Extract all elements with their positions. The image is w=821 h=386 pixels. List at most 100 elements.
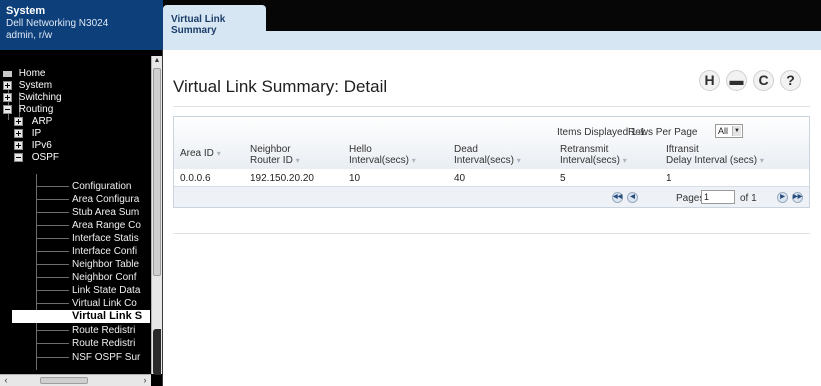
help-icon[interactable]: ? [780, 70, 801, 91]
tree-guide-line [37, 264, 69, 265]
column-header-area-id[interactable]: Area ID ▾ [180, 148, 221, 159]
column-header-label: Interval(secs) [349, 155, 410, 166]
expand-icon[interactable] [14, 129, 23, 138]
top-bar: Virtual Link Summary [163, 0, 821, 50]
tree-guide-line [37, 330, 69, 331]
chevron-down-icon[interactable]: ▼ [732, 126, 741, 136]
last-page-icon[interactable]: ▶▶ [792, 192, 803, 203]
column-header-iftransit-delay[interactable]: Iftransit Delay Interval (secs) ▾ [666, 144, 764, 166]
column-header-label: Retransmit [560, 144, 609, 155]
system-header: System Dell Networking N3024 admin, r/w [0, 0, 163, 50]
column-header-label: Dead [454, 144, 478, 155]
table-cell: 5 [560, 173, 566, 184]
column-header-hello-interval[interactable]: Hello Interval(secs) ▾ [349, 144, 416, 166]
collapse-icon[interactable] [3, 105, 12, 114]
divider [173, 106, 810, 107]
nav-ip-label: IP [31, 128, 42, 139]
nav-ospf-item[interactable]: Stub Area Sum [72, 207, 150, 218]
refresh-icon[interactable]: C [753, 70, 774, 91]
nav-ospf-item[interactable]: Area Range Co [72, 220, 150, 231]
sidebar-horizontal-scrollbar[interactable]: ‹ › [0, 374, 151, 386]
nav-ospf-item[interactable]: Interface Statis [72, 233, 150, 244]
rows-per-page-select[interactable]: All ▼ [715, 124, 743, 138]
tab-virtual-link-summary[interactable]: Virtual Link Summary [163, 5, 266, 36]
divider [173, 233, 810, 234]
expand-icon[interactable] [3, 81, 12, 90]
scroll-up-arrow-icon[interactable]: ▲ [152, 56, 162, 66]
pagination-bar: ◀◀ ◀ Pages 1 of 1 ▶ ▶▶ [174, 187, 809, 207]
tree-guide-line [37, 343, 69, 344]
sort-icon: ▾ [295, 156, 300, 165]
nav-routing[interactable]: Routing [3, 104, 53, 115]
nav-routing-label: Routing [18, 104, 54, 115]
rows-per-page-value: All [718, 126, 729, 136]
sidebar-collapse-handle[interactable] [153, 329, 161, 375]
sidebar-vertical-scrollbar[interactable]: ▲ ▼ [151, 56, 162, 374]
nav-ospf-item[interactable]: Configuration [72, 181, 150, 192]
nav-ipv6[interactable]: IPv6 [14, 140, 52, 151]
nav-ospf-item[interactable]: Interface Confi [72, 246, 150, 257]
rows-per-page-label: Rows Per Page [628, 127, 698, 138]
sidebar: System Dell Networking N3024 admin, r/w … [0, 0, 163, 386]
sort-icon: ▾ [516, 156, 521, 165]
sort-icon: ▾ [216, 149, 221, 158]
tree-guide-line [37, 277, 69, 278]
column-header-neighbor-router-id[interactable]: Neighbor Router ID ▾ [250, 144, 300, 166]
column-header-label: Area ID [180, 148, 214, 159]
nav-ospf-item[interactable]: Neighbor Conf [72, 272, 150, 283]
print-icon[interactable]: ▬ [726, 70, 747, 91]
first-page-icon[interactable]: ◀◀ [612, 192, 623, 203]
previous-page-icon[interactable]: ◀ [627, 192, 638, 203]
nav-ospf-item[interactable]: Neighbor Table [72, 259, 150, 270]
nav-ospf-item[interactable]: Route Redistri [72, 325, 150, 336]
nav-system[interactable]: System [3, 80, 52, 91]
column-header-label: Iftransit [666, 144, 699, 155]
home-icon [3, 71, 12, 77]
collapse-icon[interactable] [14, 153, 23, 162]
scrollbar-thumb[interactable] [153, 68, 161, 276]
nav-system-label: System [18, 80, 53, 91]
column-header-label: Neighbor [250, 144, 291, 155]
column-header-dead-interval[interactable]: Dead Interval(secs) ▾ [454, 144, 521, 166]
scroll-right-arrow-icon[interactable]: › [140, 375, 150, 386]
scrollbar-thumb[interactable] [40, 377, 88, 384]
nav-ospf-item[interactable]: NSF OSPF Sur [72, 352, 150, 363]
nav-switching[interactable]: Switching [3, 92, 62, 103]
system-title[interactable]: System [6, 5, 157, 18]
device-model: Dell Networking N3024 [6, 18, 109, 29]
sort-icon: ▾ [411, 156, 416, 165]
page-title: Virtual Link Summary: Detail [173, 77, 388, 96]
nav-home[interactable]: Home [3, 68, 45, 79]
nav-ospf[interactable]: OSPF [14, 152, 59, 163]
tree-guide-line [36, 174, 37, 370]
tree-guide-line [37, 290, 69, 291]
nav-ip[interactable]: IP [14, 128, 41, 139]
nav-ipv6-label: IPv6 [31, 140, 52, 151]
save-icon[interactable]: H [699, 70, 720, 91]
scroll-left-arrow-icon[interactable]: ‹ [1, 375, 11, 386]
sort-icon: ▾ [622, 156, 627, 165]
nav-ospf-item-selected[interactable]: Virtual Link S [12, 310, 150, 323]
table-header: Items Displayed 1-1 Rows Per Page All ▼ … [174, 117, 809, 169]
main-content: Virtual Link Summary: Detail H ▬ C ? Ite… [163, 50, 821, 386]
table-cell: 10 [349, 173, 361, 184]
next-page-icon[interactable]: ▶ [777, 192, 788, 203]
expand-icon[interactable] [3, 93, 12, 102]
nav-home-label: Home [18, 68, 46, 79]
nav-arp[interactable]: ARP [14, 116, 52, 127]
table-cell: 1 [666, 173, 672, 184]
nav-ospf-item[interactable]: Virtual Link Co [72, 298, 150, 309]
expand-icon[interactable] [14, 141, 23, 150]
table-cell: 40 [454, 173, 466, 184]
column-header-label: Interval(secs) [454, 155, 515, 166]
summary-table: Items Displayed 1-1 Rows Per Page All ▼ … [173, 116, 810, 208]
table-cell: 192.150.20.20 [250, 173, 314, 184]
nav-ospf-item[interactable]: Area Configura [72, 194, 150, 205]
column-header-retransmit-interval[interactable]: Retransmit Interval(secs) ▾ [560, 144, 627, 166]
user-info: admin, r/w [6, 30, 53, 41]
nav-ospf-item[interactable]: Link State Data [72, 285, 150, 296]
page-number-input[interactable]: 1 [701, 190, 735, 204]
tree-guide-line [37, 251, 69, 252]
expand-icon[interactable] [14, 117, 23, 126]
nav-ospf-item[interactable]: Route Redistri [72, 338, 150, 349]
